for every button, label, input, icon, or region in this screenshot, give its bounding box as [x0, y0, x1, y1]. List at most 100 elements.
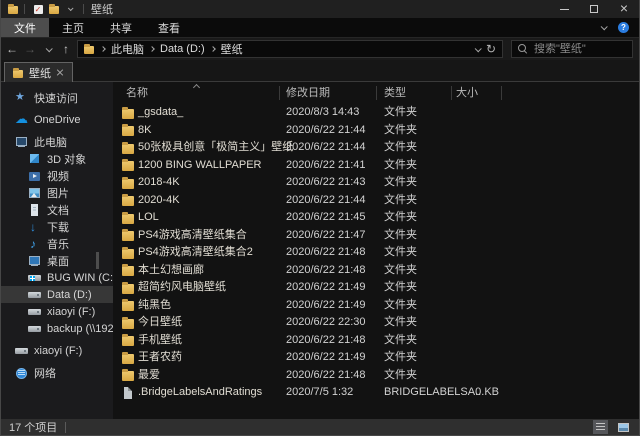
file-row[interactable]: 超简约风电脑壁纸 2020/6/22 21:49 文件夹 — [113, 279, 639, 297]
address-dropdown-icon[interactable] — [475, 45, 482, 52]
qat-customize-button[interactable] — [62, 1, 78, 17]
recent-locations-button[interactable] — [39, 38, 57, 60]
file-type: 文件夹 — [384, 332, 417, 350]
details-view-icon — [596, 423, 605, 431]
explorer-tab-bar: 壁纸 — [1, 60, 639, 82]
file-row[interactable]: 1200 BING WALLPAPER 2020/6/22 21:41 文件夹 — [113, 157, 639, 175]
file-row[interactable]: .BridgeLabelsAndRatings 2020/7/5 1:32 BR… — [113, 384, 639, 402]
sidebar-item[interactable]: 视频 — [1, 167, 113, 184]
file-row[interactable]: 纯黑色 2020/6/22 21:49 文件夹 — [113, 297, 639, 315]
file-type: 文件夹 — [384, 174, 417, 192]
sidebar-item[interactable]: BUG WIN (C:) — [1, 269, 113, 286]
sidebar-item-label: 图片 — [47, 185, 69, 201]
file-name: 王者农药 — [138, 349, 182, 367]
sidebar-item-label: 快速访问 — [34, 90, 78, 106]
sidebar-item[interactable]: 此电脑 — [1, 133, 113, 150]
explorer-tab[interactable]: 壁纸 — [4, 62, 73, 82]
file-row[interactable]: LOL 2020/6/22 21:45 文件夹 — [113, 209, 639, 227]
sidebar-item-label: xiaoyi (F:) — [34, 345, 82, 357]
file-name: LOL — [138, 209, 159, 227]
forward-icon — [24, 42, 36, 56]
address-bar[interactable]: 此电脑 Data (D:) 壁纸 — [77, 40, 503, 58]
column-divider[interactable] — [501, 86, 502, 100]
breadcrumb-item[interactable]: 壁纸 — [221, 41, 243, 57]
file-row[interactable]: 50张极具创意「极简主义」壁纸 2020/6/22 21:44 文件夹 — [113, 139, 639, 157]
sidebar-item-icon — [28, 255, 41, 267]
sidebar-item[interactable]: 图片 — [1, 184, 113, 201]
details-view-button[interactable] — [593, 420, 608, 434]
sidebar-item[interactable]: Data (D:) — [1, 286, 113, 303]
qat-new-folder-button[interactable] — [46, 1, 62, 17]
file-row[interactable]: 2018-4K 2020/6/22 21:43 文件夹 — [113, 174, 639, 192]
column-divider[interactable] — [376, 86, 377, 100]
file-row[interactable]: 8K 2020/6/22 21:44 文件夹 — [113, 122, 639, 140]
file-name: 手机壁纸 — [138, 332, 182, 350]
qat-properties-button[interactable] — [30, 1, 46, 17]
sidebar-item[interactable]: 音乐 — [1, 235, 113, 252]
column-header-name[interactable]: 名称 — [126, 82, 148, 104]
file-date-modified: 2020/6/22 21:45 — [286, 209, 366, 227]
file-row[interactable]: PS4游戏高清壁纸集合2 2020/6/22 21:48 文件夹 — [113, 244, 639, 262]
ribbon-tab[interactable]: 文件 — [1, 18, 49, 37]
file-date-modified: 2020/6/22 21:44 — [286, 122, 366, 140]
forward-button[interactable] — [21, 38, 39, 60]
help-button[interactable] — [618, 22, 629, 33]
file-rows: _gsdata_ 2020/8/3 14:43 文件夹 8K 2020/6/22… — [113, 104, 639, 402]
ribbon-tab[interactable]: 查看 — [145, 18, 193, 37]
sidebar-item[interactable]: 文档 — [1, 201, 113, 218]
checkmark-icon — [34, 5, 43, 14]
sidebar-item[interactable]: OneDrive — [1, 111, 113, 128]
file-row[interactable]: 今日壁纸 2020/6/22 22:30 文件夹 — [113, 314, 639, 332]
tab-close-icon[interactable] — [56, 69, 64, 77]
sidebar-item[interactable]: xiaoyi (F:) — [1, 342, 113, 359]
column-header-date[interactable]: 修改日期 — [286, 82, 330, 104]
column-divider[interactable] — [451, 86, 452, 100]
file-row[interactable]: 2020-4K 2020/6/22 21:44 文件夹 — [113, 192, 639, 210]
back-button[interactable] — [3, 38, 21, 60]
folder-icon — [49, 4, 60, 14]
maximize-button[interactable] — [579, 0, 609, 18]
file-row[interactable]: 王者农药 2020/6/22 21:49 文件夹 — [113, 349, 639, 367]
breadcrumb-item[interactable]: 此电脑 — [111, 41, 144, 57]
sidebar-scrollbar-thumb[interactable] — [96, 252, 99, 269]
file-date-modified: 2020/8/3 14:43 — [286, 104, 359, 122]
file-row[interactable]: _gsdata_ 2020/8/3 14:43 文件夹 — [113, 104, 639, 122]
ribbon-tab[interactable]: 主页 — [49, 18, 97, 37]
sidebar-item[interactable]: 下载 — [1, 218, 113, 235]
breadcrumb-unit: 此电脑 — [101, 41, 144, 57]
thumbnails-view-button[interactable] — [616, 420, 631, 434]
refresh-icon[interactable] — [486, 42, 496, 56]
ribbon-right-controls — [601, 18, 639, 37]
sidebar-item[interactable]: 网络 — [1, 364, 113, 381]
ribbon-expand-icon[interactable] — [601, 23, 608, 30]
navigation-bar: 此电脑 Data (D:) 壁纸 — [1, 38, 639, 60]
minimize-button[interactable] — [549, 0, 579, 18]
sidebar-item[interactable]: 快速访问 — [1, 89, 113, 106]
file-row[interactable]: 本土幻想画廊 2020/6/22 21:48 文件夹 — [113, 262, 639, 280]
file-date-modified: 2020/6/22 21:48 — [286, 332, 366, 350]
breadcrumb-item[interactable]: Data (D:) — [160, 43, 205, 55]
file-row[interactable]: 手机壁纸 2020/6/22 21:48 文件夹 — [113, 332, 639, 350]
file-icon — [122, 369, 135, 381]
sidebar-item[interactable]: xiaoyi (F:) — [1, 303, 113, 320]
window-title: 壁纸 — [91, 1, 113, 17]
file-type: 文件夹 — [384, 314, 417, 332]
explorer-window: 壁纸 文件 主页 共享 查看 — [0, 0, 640, 436]
column-header-size[interactable]: 大小 — [456, 82, 478, 104]
up-button[interactable] — [57, 38, 75, 60]
sidebar-item-label: 下载 — [47, 219, 69, 235]
chevron-down-icon — [45, 45, 52, 52]
file-row[interactable]: 最爱 2020/6/22 21:48 文件夹 — [113, 367, 639, 385]
file-row[interactable]: PS4游戏高清壁纸集合 2020/6/22 21:47 文件夹 — [113, 227, 639, 245]
sidebar-item[interactable]: 3D 对象 — [1, 150, 113, 167]
search-box[interactable] — [511, 40, 633, 58]
sidebar-item-label: 3D 对象 — [47, 151, 86, 167]
sidebar-item[interactable]: backup (\\192.168 — [1, 320, 113, 337]
column-header-type[interactable]: 类型 — [384, 82, 406, 104]
close-button[interactable] — [609, 0, 639, 18]
column-divider[interactable] — [279, 86, 280, 100]
ribbon-tab[interactable]: 共享 — [97, 18, 145, 37]
search-input[interactable] — [534, 43, 626, 55]
sidebar-item-icon — [15, 345, 28, 357]
file-name: PS4游戏高清壁纸集合 — [138, 227, 247, 245]
